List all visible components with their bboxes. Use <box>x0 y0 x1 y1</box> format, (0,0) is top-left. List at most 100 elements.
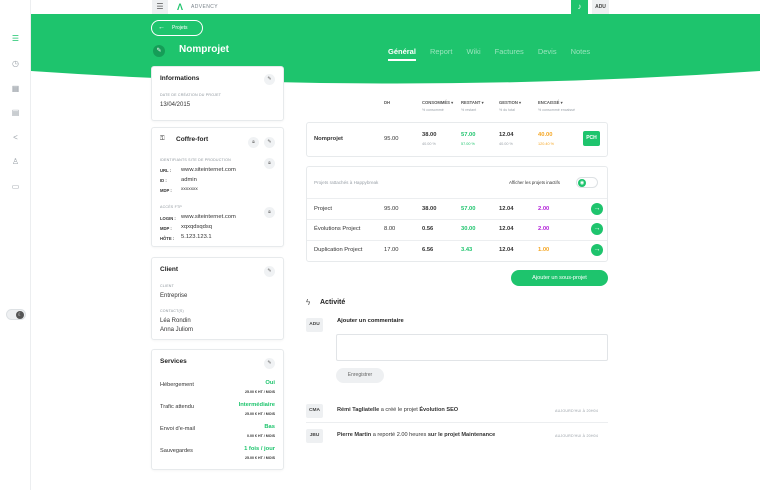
calendar-icon[interactable]: ▤ <box>11 108 20 117</box>
project-encaisse-pct: 120.40 % <box>538 142 555 146</box>
bolt-icon: ϟ <box>306 298 311 307</box>
project-consommes: 38.00 <box>422 132 437 138</box>
col-gestion[interactable]: GESTION ▾ <box>499 100 521 105</box>
tab-devis[interactable]: Devis <box>538 47 557 61</box>
ftp-label: ACCÈS FTP <box>160 205 182 209</box>
tab-bar: Général Report Wiki Factures Devis Notes <box>388 47 604 61</box>
subproject-name: Évolutions Project <box>314 226 361 232</box>
col-restant-sub: % restant <box>461 108 477 112</box>
show-inactive-toggle[interactable]: ◉ <box>576 177 598 188</box>
subproject-encaisse: 2.00 <box>538 206 550 212</box>
row-divider <box>307 219 607 220</box>
project-restant: 57.00 <box>461 132 476 138</box>
save-button[interactable]: Enregistrer <box>336 368 384 383</box>
tab-factures[interactable]: Factures <box>495 47 524 61</box>
log-actor[interactable]: Rémi Tagliatelle <box>337 407 379 413</box>
log-time: AUJOURD'HUI À 20H04 <box>555 409 599 413</box>
menu-icon[interactable]: ☰ <box>11 34 20 43</box>
brand-name: ADVENCY <box>191 4 218 10</box>
ftp-key: MDP : <box>160 226 172 231</box>
log-target[interactable]: sur le projet Maintenance <box>428 432 495 438</box>
arrow-right-icon[interactable]: → <box>591 244 603 256</box>
subproject-gestion: 12.04 <box>499 247 514 253</box>
edit-icon[interactable]: ✎ <box>264 137 275 148</box>
hamburger-icon[interactable]: ☰ <box>152 0 168 14</box>
edit-icon[interactable]: ✎ <box>264 266 275 277</box>
project-restant-pct: 57.00 % <box>461 142 475 146</box>
creation-date: 13/04/2015 <box>160 102 191 108</box>
grid-icon[interactable]: ▦ <box>11 84 20 93</box>
subproject-dh: 95.00 <box>384 206 399 212</box>
project-name: Nomprojet <box>314 136 343 142</box>
project-summary-row <box>306 122 608 157</box>
ftp-value[interactable]: xqxqdsqdsq <box>181 224 212 230</box>
project-badge[interactable]: PCH <box>583 131 600 146</box>
client-name: Entreprise <box>160 293 188 299</box>
col-consommes[interactable]: CONSOMMÉS ▾ <box>422 100 453 105</box>
lock-icon[interactable]: 🔒︎ <box>264 207 275 218</box>
service-level: Intermédiaire <box>238 402 275 408</box>
arrow-right-icon[interactable]: → <box>591 203 603 215</box>
page-title: Nomprojet <box>179 44 229 55</box>
lock-icon[interactable]: 🔒︎ <box>264 158 275 169</box>
edit-icon[interactable]: ✎ <box>264 358 275 369</box>
sidebar: ☰ ◷ ▦ ▤ < ♙ ▭ ☾ <box>0 0 31 490</box>
prod-value[interactable]: admin <box>181 177 197 183</box>
subproject-dh: 8.00 <box>384 226 396 232</box>
add-subproject-button[interactable]: Ajouter un sous-projet <box>511 270 608 286</box>
tab-wiki[interactable]: Wiki <box>466 47 480 61</box>
tab-report[interactable]: Report <box>430 47 453 61</box>
share-icon[interactable]: < <box>11 133 20 142</box>
ftp-value[interactable]: 5.123.123.1 <box>181 234 212 240</box>
col-dh[interactable]: DH <box>384 100 390 105</box>
tab-general[interactable]: Général <box>388 47 416 61</box>
lock-icon[interactable]: 🔒︎ <box>248 137 259 148</box>
col-restant[interactable]: RESTANT ▾ <box>461 100 484 105</box>
services-card: Services ✎ Hébergement Oui 25.00 € HT / … <box>151 349 284 470</box>
ftp-key: LOGIN : <box>160 216 176 221</box>
bell-icon[interactable]: ♪ <box>571 0 588 14</box>
card-title: Services <box>160 358 187 365</box>
row-divider <box>307 198 607 199</box>
theme-toggle[interactable]: ☾ <box>6 309 26 320</box>
service-price: 25.00 € HT / MOIS <box>245 456 275 460</box>
key-icon: ⚿ <box>160 136 165 142</box>
topbar: ☰ Λ ADVENCY ♪ ADU <box>31 0 760 14</box>
log-actor[interactable]: Pierre Martin <box>337 432 371 438</box>
ftp-value[interactable]: www.siteinternet.com <box>181 214 236 220</box>
avatar: CMA <box>306 404 323 418</box>
moon-icon: ☾ <box>16 311 24 319</box>
subproject-name: Project <box>314 206 333 212</box>
service-level: Bas <box>264 424 275 430</box>
activity-title: Activité <box>320 299 346 306</box>
col-encaisse[interactable]: ENCAISSÉ ▾ <box>538 100 563 105</box>
contact-name: Anna Juliom <box>160 327 194 333</box>
project-encaisse: 40.00 <box>538 132 553 138</box>
chat-icon[interactable]: ▭ <box>11 182 20 191</box>
log-text: a reporté 2.00 heures <box>371 432 428 438</box>
comment-input[interactable] <box>336 334 608 361</box>
user-avatar[interactable]: ADU <box>592 0 609 14</box>
subproject-encaisse: 1.00 <box>538 247 550 253</box>
log-target[interactable]: Évolution SEO <box>419 407 458 413</box>
subproject-encaisse: 2.00 <box>538 226 550 232</box>
back-button[interactable]: ← Projets <box>151 20 203 36</box>
subproject-restant: 30.00 <box>461 226 476 232</box>
subproject-consommes: 6.56 <box>422 247 434 253</box>
tab-notes[interactable]: Notes <box>571 47 591 61</box>
prod-key: ID : <box>160 178 167 183</box>
service-name: Hébergement <box>160 382 194 388</box>
ftp-key: HÔTE : <box>160 236 175 241</box>
arrow-right-icon[interactable]: → <box>591 223 603 235</box>
pencil-icon[interactable]: ✎ <box>153 45 165 57</box>
prod-value[interactable]: www.siteinternet.com <box>181 167 236 173</box>
informations-card: Informations ✎ DATE DE CRÉATION DU PROJE… <box>151 66 284 121</box>
contacts-label: CONTACT(S) <box>160 309 184 313</box>
project-gestion-pct: 40.00 % <box>499 142 513 146</box>
prod-value[interactable]: xxxxxxx <box>181 187 198 192</box>
user-icon[interactable]: ♙ <box>11 157 20 166</box>
dashboard-icon[interactable]: ◷ <box>11 59 20 68</box>
subproject-consommes: 0.56 <box>422 226 434 232</box>
comment-title: Ajouter un commentaire <box>337 318 404 324</box>
edit-icon[interactable]: ✎ <box>264 74 275 85</box>
